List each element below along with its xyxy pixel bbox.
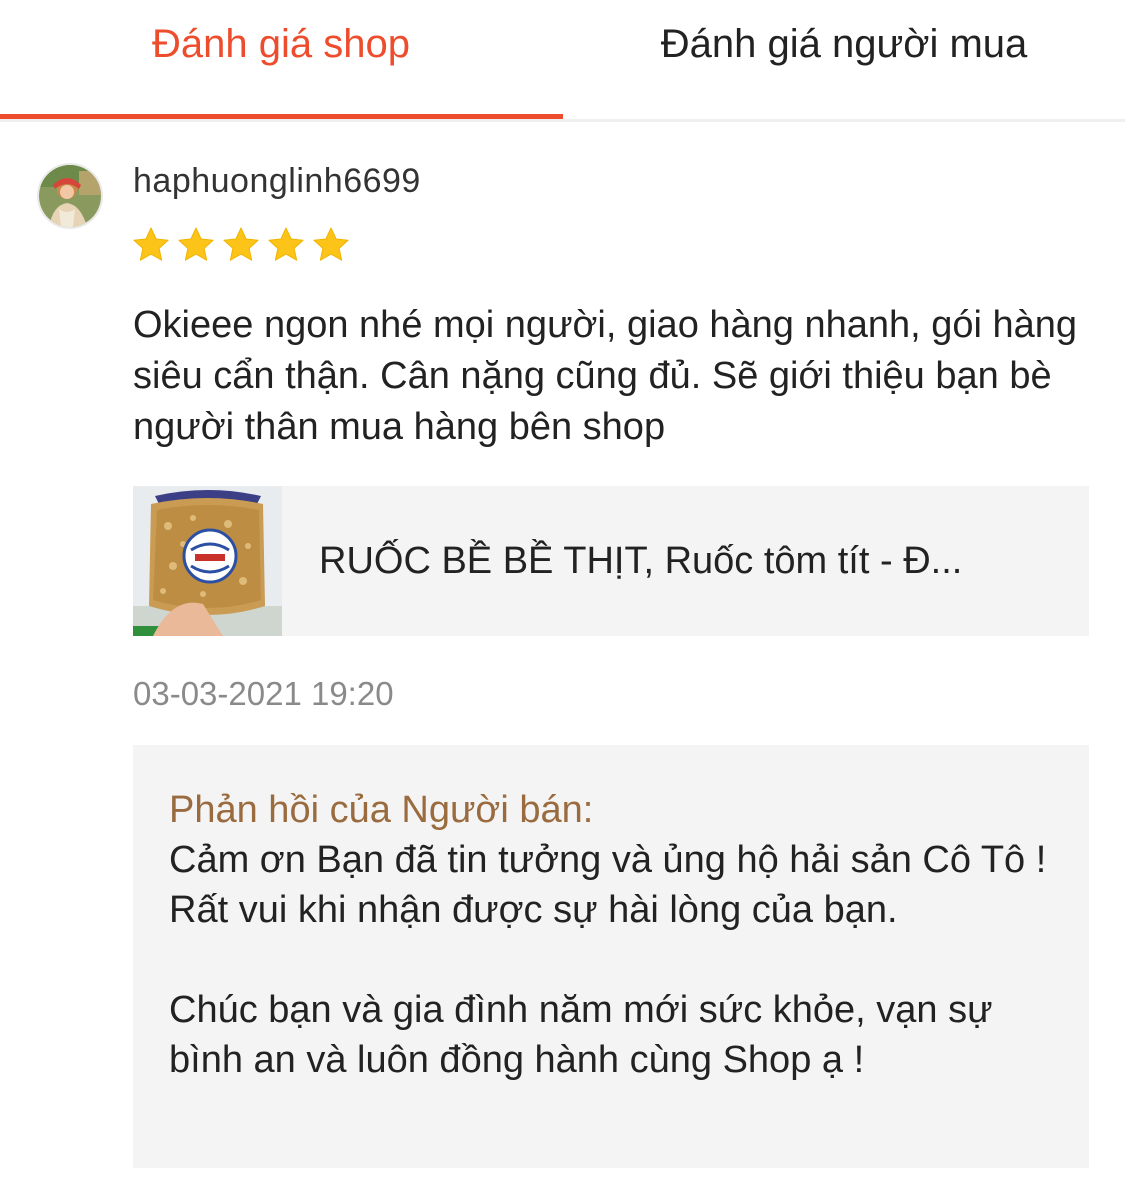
star-icon (268, 227, 304, 261)
product-thumbnail (133, 486, 282, 636)
seller-reply-body: Cảm ơn Bạn đã tin tưởng và ủng hộ hải sả… (169, 839, 1047, 1081)
tab-shop-reviews-label: Đánh giá shop (152, 22, 410, 66)
star-icon (313, 227, 349, 261)
review-date: 03-03-2021 19:20 (133, 675, 394, 712)
reviewer-username: haphuonglinh6699 (133, 162, 421, 200)
tab-shop-reviews[interactable]: Đánh giá shop (0, 0, 562, 119)
seller-reply-title: Phản hồi của Người bán: (169, 789, 594, 831)
star-icon (223, 227, 259, 261)
tab-buyer-reviews-label: Đánh giá người mua (660, 22, 1028, 66)
rating-stars (131, 225, 351, 267)
product-name: RUỐC BỀ BỀ THỊT, Ruốc tôm tít - Đ... (319, 539, 963, 582)
user-avatar[interactable] (37, 163, 103, 229)
seller-reply: Phản hồi của Người bán: Cảm ơn Bạn đã ti… (133, 745, 1089, 1168)
tab-buyer-reviews[interactable]: Đánh giá người mua (563, 0, 1125, 119)
avatar-photo-icon (39, 165, 101, 227)
product-jar-icon (133, 486, 282, 636)
star-icon (178, 227, 214, 261)
reviewed-product-card[interactable]: RUỐC BỀ BỀ THỊT, Ruốc tôm tít - Đ... (133, 486, 1089, 636)
review-tabs: Đánh giá shop Đánh giá người mua (0, 0, 1125, 122)
star-icon (133, 227, 169, 261)
active-tab-indicator (0, 114, 563, 119)
review-text: Okieee ngon nhé mọi người, giao hàng nha… (133, 304, 1078, 448)
